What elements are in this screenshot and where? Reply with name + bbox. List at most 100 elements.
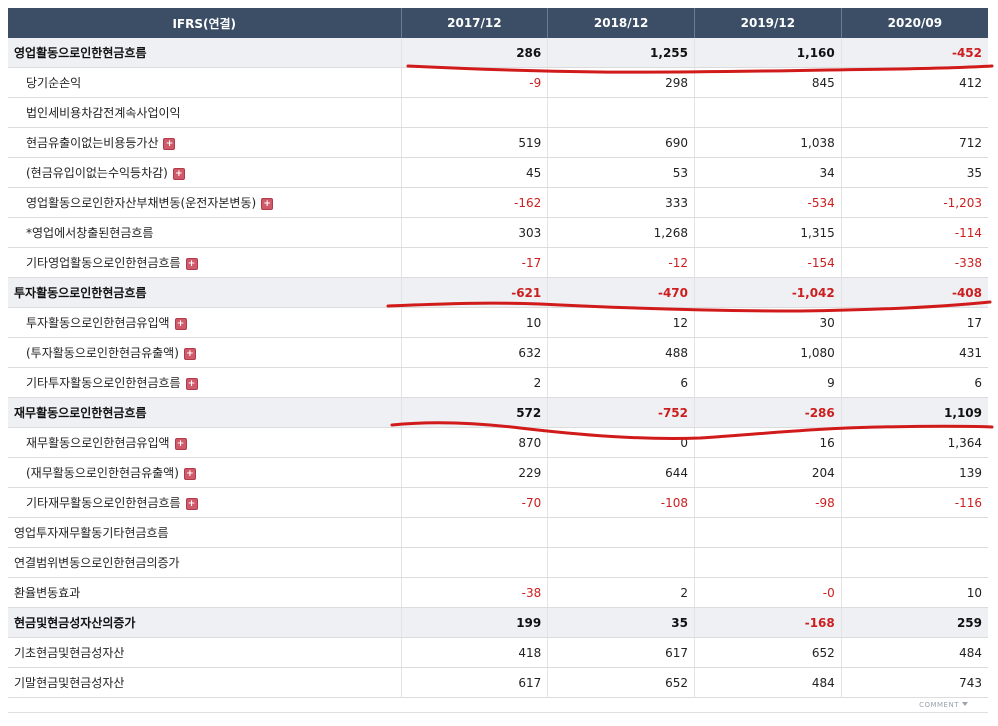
chevron-down-icon [962,702,968,706]
value-cell: 12 [547,307,695,338]
value-cell: -17 [400,247,548,278]
value-cell: -98 [694,487,842,518]
value-cell [694,547,842,578]
value-cell: 412 [840,67,988,98]
value-cell: 870 [400,427,548,458]
expand-plus-icon[interactable]: + [172,168,185,180]
value-cell: -752 [547,397,695,428]
comment-label: COMMENT [919,701,959,709]
value-cell: -338 [840,247,988,278]
row-label-text: 연결범위변동으로인한현금의증가 [14,556,180,570]
value-cell: 298 [547,67,695,98]
value-cell: -168 [694,607,842,638]
value-cell [400,547,548,578]
value-cell: -1,042 [694,277,842,308]
header-period[interactable]: 2019/12 [694,8,842,38]
value-cell: 9 [694,367,842,398]
value-cell: 1,080 [694,337,842,368]
value-cell: 259 [840,607,988,638]
value-cell: 199 [400,607,548,638]
table-row: 현금유출이없는비용등가산 +519 690 1,038 712 [8,127,988,158]
expand-plus-icon[interactable]: + [185,498,198,510]
value-cell: 431 [840,337,988,368]
value-cell: 35 [547,607,695,638]
value-cell: 1,315 [694,217,842,248]
value-cell: -0 [694,577,842,608]
row-label: 연결범위변동으로인한현금의증가 [8,547,401,578]
value-cell [840,547,988,578]
row-label-text: 환율변동효과 [14,586,81,600]
value-cell: 652 [547,667,695,698]
value-cell: -1,203 [840,187,988,218]
row-label: 기초현금및현금성자산 [8,637,401,668]
value-cell: 484 [840,637,988,668]
value-cell: -12 [547,247,695,278]
value-cell: -286 [694,397,842,428]
row-label-text: 현금유출이없는비용등가산 [26,136,159,150]
value-cell: 30 [694,307,842,338]
table-row: 재무활동으로인한현금유입액 +870 0 16 1,364 [8,427,988,458]
value-cell: 1,268 [547,217,695,248]
value-cell [840,97,988,128]
footer-divider [8,712,988,713]
value-cell: 572 [400,397,548,428]
header-label-col: IFRS(연결) [8,8,401,38]
expand-plus-icon[interactable]: + [163,138,176,150]
header-period[interactable]: 2018/12 [547,8,695,38]
expand-plus-icon[interactable]: + [174,318,187,330]
value-cell [694,97,842,128]
value-cell: 45 [400,157,548,188]
table-row: *영업에서창출된현금흐름 303 1,268 1,315 -114 [8,217,988,248]
row-label-text: (투자활동으로인한현금유출액) [26,346,179,360]
expand-plus-icon[interactable]: + [185,258,198,270]
value-cell: 1,038 [694,127,842,158]
value-cell: 1,255 [547,38,695,68]
row-label: 현금유출이없는비용등가산 + [8,127,401,158]
value-cell: 632 [400,337,548,368]
row-label: 당기순손익 [8,67,401,98]
row-label: *영업에서창출된현금흐름 [8,217,401,248]
expand-plus-icon[interactable]: + [185,378,198,390]
row-label-text: 기타투자활동으로인한현금흐름 [26,376,181,390]
expand-plus-icon[interactable]: + [183,348,196,360]
expand-plus-icon[interactable]: + [183,468,196,480]
expand-plus-icon[interactable]: + [174,438,187,450]
value-cell: -38 [400,577,548,608]
table-row: 영업활동으로인한자산부채변동(운전자본변동) + -162 333 -534 -1,203 [8,187,988,218]
value-cell: 484 [694,667,842,698]
table-row: 연결범위변동으로인한현금의증가 [8,547,988,578]
table-row: 환율변동효과 -38 2 -0 10 [8,577,988,608]
table-row: 영업투자재무활동기타현금흐름 [8,517,988,548]
comment-toggle[interactable]: COMMENT [919,701,968,709]
row-label-text: 영업활동으로인한자산부채변동(운전자본변동) [26,196,257,210]
value-cell: 519 [400,127,548,158]
table-row: 영업활동으로인한현금흐름 286 1,255 1,160 -452 [8,38,988,68]
value-cell: -114 [840,217,988,248]
row-label-text: 재무활동으로인한현금유입액 [26,436,170,450]
value-cell: -116 [840,487,988,518]
row-label: 재무활동으로인한현금유입액 + [8,427,401,458]
cash-flow-table: IFRS(연결) 2017/12 2018/12 2019/12 2020/09… [8,8,988,698]
table-row: 기타재무활동으로인한현금흐름 + -70 -108 -98 -116 [8,487,988,518]
row-label: (투자활동으로인한현금유출액) + [8,337,401,368]
row-label: 법인세비용차감전계속사업이익 [8,97,401,128]
table-row: 기말현금및현금성자산 617 652 484 743 [8,667,988,698]
value-cell: 6 [840,367,988,398]
value-cell: 644 [547,457,695,488]
value-cell: -534 [694,187,842,218]
header-row: IFRS(연결) 2017/12 2018/12 2019/12 2020/09 [8,8,988,38]
value-cell: -9 [400,67,548,98]
value-cell: 17 [840,307,988,338]
expand-plus-icon[interactable]: + [261,198,274,210]
row-label: 기타재무활동으로인한현금흐름 + [8,487,401,518]
value-cell: 16 [694,427,842,458]
row-label: 투자활동으로인한현금유입액 + [8,307,401,338]
value-cell: 2 [400,367,548,398]
value-cell: 1,364 [840,427,988,458]
row-label: 기타투자활동으로인한현금흐름 + [8,367,401,398]
value-cell: -621 [400,277,548,308]
value-cell: -470 [547,277,695,308]
header-period[interactable]: 2020/09 [840,8,988,38]
value-cell: 1,160 [694,38,842,68]
header-period[interactable]: 2017/12 [400,8,548,38]
